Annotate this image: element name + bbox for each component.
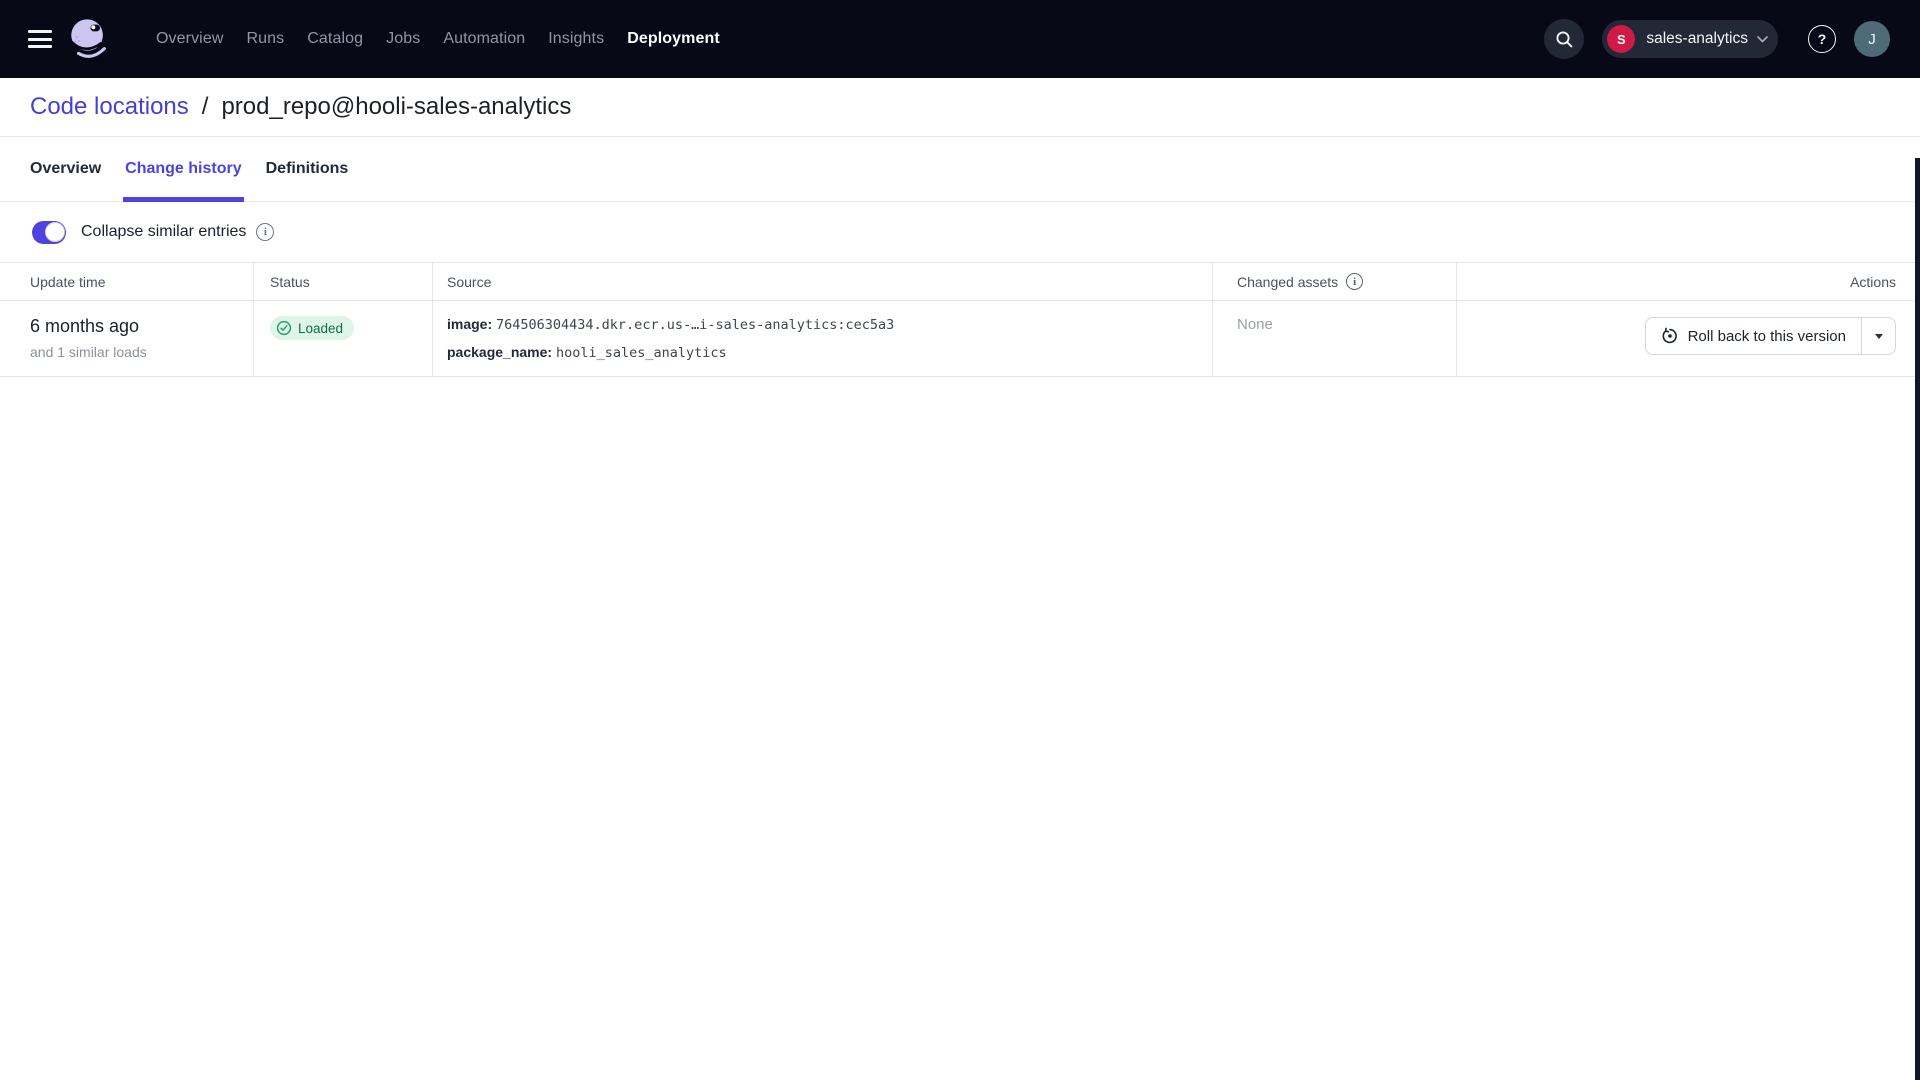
nav-right-cluster: S sales-analytics ? J <box>1544 19 1890 59</box>
column-header-actions: Actions <box>1457 262 1920 301</box>
tab-change-history[interactable]: Change history <box>125 137 241 201</box>
source-package-line: package_name: hooli_sales_analytics <box>447 339 1212 367</box>
search-button[interactable] <box>1544 19 1584 59</box>
workspace-switcher[interactable]: S sales-analytics <box>1602 20 1778 58</box>
cell-update-time: 6 months ago and 1 similar loads <box>0 301 254 377</box>
column-header-update-time: Update time <box>0 262 254 301</box>
info-icon[interactable]: i <box>1346 273 1363 290</box>
cell-changed-assets: None <box>1213 301 1457 377</box>
tab-definitions[interactable]: Definitions <box>266 137 349 201</box>
column-header-changed-assets: Changed assets i <box>1213 262 1457 301</box>
status-badge: Loaded <box>270 316 354 340</box>
search-icon <box>1555 30 1574 49</box>
source-image-line: image: 764506304434.dkr.ecr.us-…i-sales-… <box>447 311 1212 339</box>
vertical-scrollbar[interactable] <box>1915 158 1920 1080</box>
breadcrumb-code-locations-link[interactable]: Code locations <box>30 93 189 121</box>
cell-actions: Roll back to this version <box>1457 301 1920 377</box>
app-root: Overview Runs Catalog Jobs Automation In… <box>0 0 1920 1080</box>
info-icon[interactable]: i <box>256 223 274 241</box>
top-nav: Overview Runs Catalog Jobs Automation In… <box>0 0 1920 78</box>
cell-status: Loaded <box>254 301 433 377</box>
collapse-toggle-label: Collapse similar entries <box>81 223 246 241</box>
column-header-source: Source <box>433 262 1213 301</box>
rollback-button[interactable]: Roll back to this version <box>1646 318 1861 354</box>
breadcrumb-separator: / <box>202 93 209 121</box>
tab-overview[interactable]: Overview <box>30 137 101 201</box>
nav-item-automation[interactable]: Automation <box>443 30 525 48</box>
user-avatar[interactable]: J <box>1854 21 1890 57</box>
column-header-status: Status <box>254 262 433 301</box>
rollback-dropdown-button[interactable] <box>1861 318 1895 354</box>
nav-item-catalog[interactable]: Catalog <box>307 30 363 48</box>
page-title: prod_repo@hooli-sales-analytics <box>221 93 571 121</box>
caret-down-icon <box>1875 334 1883 339</box>
update-time-note: and 1 similar loads <box>30 342 253 362</box>
update-time-value: 6 months ago <box>30 314 253 338</box>
nav-item-deployment[interactable]: Deployment <box>627 30 720 48</box>
cell-source: image: 764506304434.dkr.ecr.us-…i-sales-… <box>433 301 1213 377</box>
breadcrumb: Code locations / prod_repo@hooli-sales-a… <box>0 78 1920 137</box>
nav-item-insights[interactable]: Insights <box>548 30 604 48</box>
dagster-logo-icon[interactable] <box>66 16 112 62</box>
help-button[interactable]: ? <box>1808 25 1836 53</box>
rollback-history-icon <box>1661 327 1679 345</box>
workspace-initial-badge: S <box>1607 25 1635 53</box>
status-badge-label: Loaded <box>298 321 343 336</box>
filter-row: Collapse similar entries i <box>0 202 1920 262</box>
main-nav: Overview Runs Catalog Jobs Automation In… <box>156 30 720 48</box>
workspace-name: sales-analytics <box>1646 30 1748 48</box>
rollback-button-label: Roll back to this version <box>1688 328 1846 345</box>
check-circle-icon <box>276 320 292 336</box>
nav-item-jobs[interactable]: Jobs <box>386 30 420 48</box>
tab-bar: Overview Change history Definitions <box>0 137 1920 202</box>
collapse-similar-entries-toggle[interactable] <box>32 221 66 244</box>
nav-item-runs[interactable]: Runs <box>246 30 284 48</box>
change-history-table: Update time Status Source Changed assets… <box>0 262 1920 377</box>
question-mark-icon: ? <box>1818 31 1827 47</box>
chevron-down-icon <box>1757 36 1768 43</box>
rollback-split-button: Roll back to this version <box>1645 317 1896 355</box>
nav-item-overview[interactable]: Overview <box>156 30 223 48</box>
hamburger-menu-icon[interactable] <box>28 28 54 50</box>
